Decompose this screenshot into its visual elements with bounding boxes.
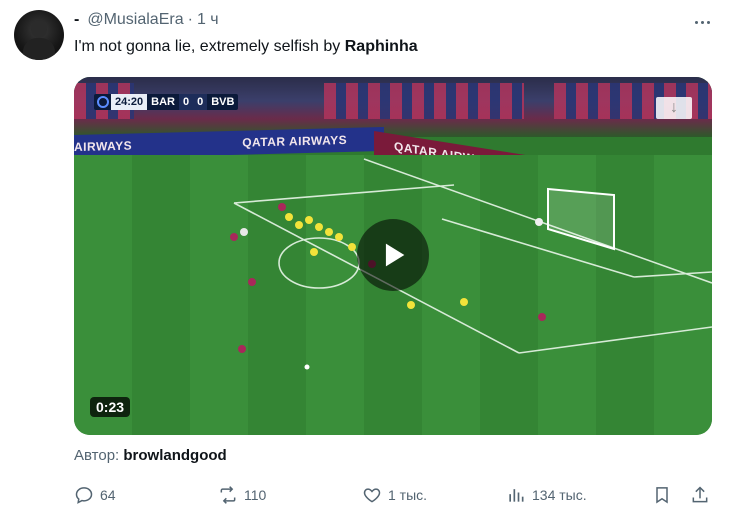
player-marker (240, 228, 248, 236)
timestamp[interactable]: 1 ч (197, 11, 219, 29)
champions-league-icon (97, 96, 109, 108)
analytics-icon (509, 489, 524, 502)
goal-net (547, 187, 615, 251)
avatar-body (23, 38, 55, 60)
more-dot-icon (694, 20, 698, 24)
player-marker (538, 313, 546, 321)
player-marker (285, 213, 293, 221)
player-marker (238, 345, 246, 353)
pitch-line (233, 184, 455, 204)
bookmark-button[interactable] (652, 484, 672, 506)
player-marker (278, 203, 286, 211)
video-player[interactable]: AIRWAYS QATAR AIRWAYS QATAR AIRWAYS (74, 77, 712, 435)
player-marker (335, 233, 343, 241)
avatar[interactable] (14, 10, 64, 60)
view-count: 134 тыс. (532, 487, 587, 503)
goalkeeper-marker (535, 218, 543, 226)
player-marker (325, 228, 333, 236)
player-marker (310, 248, 318, 256)
player-marker (295, 221, 303, 229)
reply-icon (75, 487, 93, 504)
reply-button[interactable]: 64 (74, 484, 116, 506)
more-dot-icon (706, 20, 710, 24)
player-marker (248, 278, 256, 286)
scoreboard: 24:20 BAR 0 0 BVB (94, 94, 239, 110)
download-icon[interactable]: ↓ (656, 97, 692, 119)
author-name[interactable]: browlandgood (123, 447, 226, 464)
pitch-line (518, 326, 712, 354)
play-button[interactable] (357, 219, 429, 291)
player-marker (315, 223, 323, 231)
pitch-line (633, 271, 712, 278)
share-button[interactable] (690, 484, 710, 506)
match-time: 24:20 (111, 94, 148, 110)
bookmark-icon (656, 487, 668, 504)
repost-button[interactable]: 110 (218, 484, 266, 506)
away-team: BVB (211, 96, 235, 108)
header-dash: - (74, 11, 80, 28)
username[interactable]: @MusialaEra (87, 11, 183, 29)
like-button[interactable]: 1 тыс. (362, 484, 427, 506)
heart-icon (363, 488, 381, 503)
tweet-text-main: I'm not gonna lie, extremely selfish by (74, 38, 345, 55)
video-duration: 0:23 (90, 397, 131, 417)
video-author: Автор: browlandgood (74, 447, 227, 464)
tweet-text-bold: Raphinha (344, 38, 418, 55)
player-marker (348, 243, 356, 251)
repost-count: 110 (244, 487, 267, 503)
player-marker (305, 216, 313, 224)
ball (304, 364, 310, 370)
player-marker (230, 233, 238, 241)
views-button[interactable]: 134 тыс. (506, 484, 587, 506)
tweet-text: I'm not gonna lie, extremely selfish by … (74, 38, 418, 56)
player-marker (460, 298, 468, 306)
header-separator: · (187, 11, 193, 28)
more-dot-icon (700, 20, 704, 24)
avatar-head (31, 20, 47, 38)
tweet-header: - @MusialaEra · 1 ч (74, 11, 219, 29)
more-options-button[interactable] (690, 12, 714, 32)
share-icon (692, 486, 708, 503)
reply-count: 64 (100, 487, 116, 503)
home-team: BAR (151, 96, 175, 108)
play-icon (385, 243, 405, 267)
repost-icon (220, 486, 236, 504)
goal (547, 187, 615, 251)
author-label: Автор: (74, 447, 120, 464)
home-score: 0 (178, 94, 194, 110)
like-count: 1 тыс. (388, 487, 428, 503)
player-marker (407, 301, 415, 309)
away-score: 0 (193, 94, 208, 110)
action-bar: 64 110 1 тыс. 134 тыс. (74, 484, 716, 506)
